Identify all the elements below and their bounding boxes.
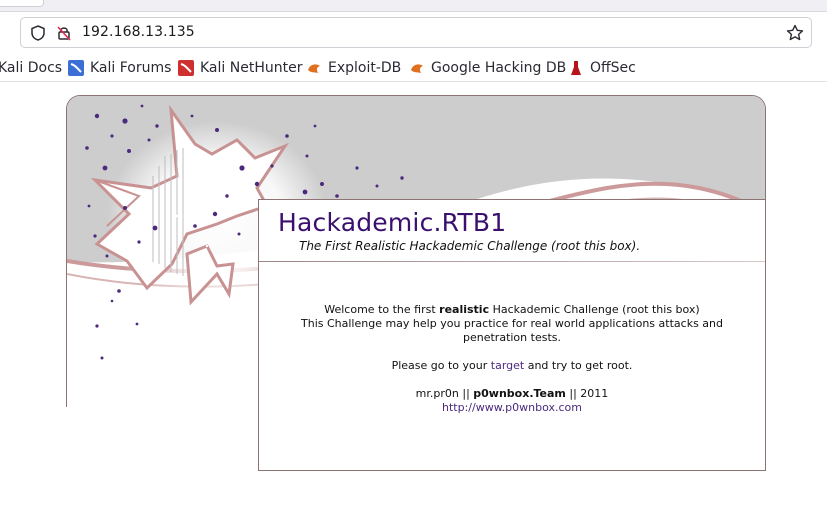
p0wnbox-site-link[interactable]: http://www.p0wnbox.com	[442, 401, 582, 414]
google-hacking-db-icon	[411, 64, 423, 73]
insecure-lock-icon[interactable]	[55, 24, 73, 42]
bookmark-google-hacking-db[interactable]: Google Hacking DB	[409, 60, 566, 76]
offsec-icon	[571, 61, 581, 75]
page-subtitle: The First Realistic Hackademic Challenge…	[299, 239, 641, 253]
url-text[interactable]: 192.168.13.135	[82, 24, 195, 40]
credit-line: mr.pr0n || p0wnbox.Team || 2011	[259, 387, 765, 401]
bookmark-label: Kali NetHunter	[200, 60, 303, 76]
tab-strip	[0, 0, 827, 12]
goto-line: Please go to your target and try to get …	[259, 359, 765, 373]
target-link[interactable]: target	[491, 359, 524, 372]
bookmark-kali-docs[interactable]: Kali Docs	[0, 60, 62, 76]
kali-nethunter-icon	[178, 60, 194, 76]
tracking-protection-shield-icon[interactable]	[29, 24, 47, 42]
bookmark-label: OffSec	[590, 60, 636, 76]
credit-separator: ||	[458, 387, 474, 400]
title-divider	[259, 261, 765, 262]
bookmark-star-icon[interactable]	[785, 23, 805, 43]
practice-line: This Challenge may help you practice for…	[301, 317, 723, 344]
bookmark-kali-forums[interactable]: Kali Forums	[68, 60, 171, 76]
kali-forums-icon	[68, 60, 84, 76]
page-title: Hackademic.RTB1	[278, 208, 507, 237]
bookmark-label: Kali Docs	[0, 60, 63, 76]
challenge-description: Welcome to the first realistic Hackademi…	[259, 303, 765, 415]
challenge-panel: Hackademic.RTB1 The First Realistic Hack…	[258, 199, 766, 471]
welcome-text-end: Hackademic Challenge (root this box)	[489, 303, 700, 316]
bookmarks-toolbar: Kali Docs Kali Forums Kali NetHunter Exp…	[0, 56, 827, 82]
credit-year: || 2011	[565, 387, 609, 400]
goto-text-end: and try to get root.	[524, 359, 633, 372]
welcome-line: Welcome to the first realistic Hackademi…	[259, 303, 765, 317]
tab-stub[interactable]	[0, 0, 44, 7]
bookmark-label: Exploit-DB	[328, 60, 402, 76]
address-bar[interactable]: 192.168.13.135	[20, 17, 812, 48]
bookmark-exploit-db[interactable]: Exploit-DB	[306, 60, 401, 76]
welcome-text-bold: realistic	[439, 303, 490, 316]
bookmark-label: Kali Forums	[90, 60, 172, 76]
web-page: Hackademic.RTB1 The First Realistic Hack…	[0, 83, 827, 510]
credit-author: mr.pr0n	[415, 387, 459, 400]
site-line: http://www.p0wnbox.com	[259, 401, 765, 415]
goto-text-start: Please go to your	[391, 359, 491, 372]
bookmark-offsec[interactable]: OffSec	[568, 60, 636, 76]
welcome-text-start: Welcome to the first	[324, 303, 440, 316]
credit-team: p0wnbox.Team	[473, 387, 566, 400]
exploit-db-icon	[308, 64, 320, 73]
bookmark-kali-nethunter[interactable]: Kali NetHunter	[178, 60, 302, 76]
bookmark-label: Google Hacking DB	[431, 60, 567, 76]
